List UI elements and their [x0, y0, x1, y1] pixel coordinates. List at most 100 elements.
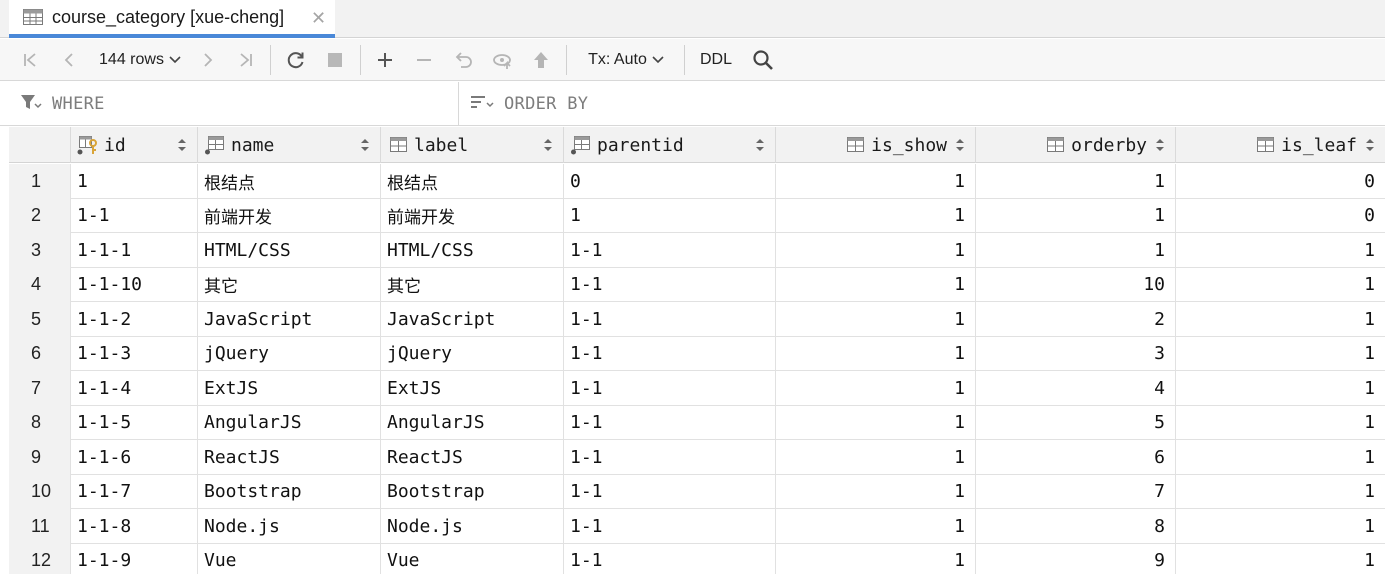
cell-name[interactable]: ExtJS — [198, 371, 381, 406]
cell-is-show[interactable]: 1 — [776, 371, 976, 406]
table-row[interactable]: 4 1-1-10 其它 其它 1-1 1 10 1 — [9, 267, 1385, 303]
cell-label[interactable]: 根结点 — [381, 164, 564, 199]
column-header-is-leaf[interactable]: is_leaf — [1176, 127, 1385, 163]
cell-id[interactable]: 1-1-10 — [71, 267, 198, 302]
cell-name[interactable]: 前端开发 — [198, 198, 381, 233]
cell-is-leaf[interactable]: 1 — [1176, 268, 1385, 303]
cell-is-leaf[interactable]: 1 — [1176, 233, 1385, 268]
cell-name[interactable]: ReactJS — [198, 440, 381, 475]
cell-id[interactable]: 1-1-5 — [71, 405, 198, 440]
cell-orderby[interactable]: 1 — [976, 233, 1176, 268]
sort-arrows-icon[interactable] — [360, 138, 370, 157]
cell-label[interactable]: AngularJS — [381, 405, 564, 440]
cell-parentid[interactable]: 1-1 — [564, 509, 776, 544]
first-page-button[interactable] — [18, 39, 44, 81]
cell-is-show[interactable]: 1 — [776, 164, 976, 199]
cell-label[interactable]: Node.js — [381, 509, 564, 544]
cell-id[interactable]: 1-1-8 — [71, 509, 198, 544]
cell-is-show[interactable]: 1 — [776, 267, 976, 302]
cell-orderby[interactable]: 4 — [976, 371, 1176, 406]
revert-button[interactable] — [450, 39, 476, 81]
cell-name[interactable]: 其它 — [198, 267, 381, 302]
cell-is-leaf[interactable]: 1 — [1176, 475, 1385, 510]
table-row[interactable]: 6 1-1-3 jQuery jQuery 1-1 1 3 1 — [9, 336, 1385, 371]
cell-orderby[interactable]: 10 — [976, 267, 1176, 302]
cell-is-show[interactable]: 1 — [776, 198, 976, 233]
cell-parentid[interactable]: 1-1 — [564, 371, 776, 406]
cell-orderby[interactable]: 1 — [976, 198, 1176, 233]
cell-label[interactable]: Bootstrap — [381, 474, 564, 509]
delete-row-button[interactable] — [411, 39, 437, 81]
cell-is-leaf[interactable]: 1 — [1176, 302, 1385, 337]
table-row[interactable]: 2 1-1 前端开发 前端开发 1 1 1 0 — [9, 198, 1385, 234]
cell-name[interactable]: HTML/CSS — [198, 233, 381, 268]
table-row[interactable]: 3 1-1-1 HTML/CSS HTML/CSS 1-1 1 1 1 — [9, 233, 1385, 268]
close-icon[interactable]: ✕ — [311, 8, 326, 28]
table-row[interactable]: 7 1-1-4 ExtJS ExtJS 1-1 1 4 1 — [9, 371, 1385, 406]
cell-orderby[interactable]: 5 — [976, 405, 1176, 440]
cell-is-leaf[interactable]: 0 — [1176, 164, 1385, 199]
cell-name[interactable]: jQuery — [198, 336, 381, 371]
cell-parentid[interactable]: 1-1 — [564, 267, 776, 302]
order-by-field[interactable]: ORDER BY — [460, 82, 1385, 126]
next-page-button[interactable] — [195, 39, 221, 81]
cell-id[interactable]: 1-1-2 — [71, 302, 198, 337]
cell-id[interactable]: 1-1 — [71, 198, 198, 233]
table-row[interactable]: 10 1-1-7 Bootstrap Bootstrap 1-1 1 7 1 — [9, 474, 1385, 510]
cell-parentid[interactable]: 1-1 — [564, 440, 776, 475]
cell-orderby[interactable]: 8 — [976, 509, 1176, 544]
cell-label[interactable]: Vue — [381, 543, 564, 574]
cell-id[interactable]: 1-1-1 — [71, 233, 198, 268]
previous-page-button[interactable] — [56, 39, 82, 81]
cell-label[interactable]: HTML/CSS — [381, 233, 564, 268]
cell-is-leaf[interactable]: 1 — [1176, 440, 1385, 475]
cell-is-show[interactable]: 1 — [776, 543, 976, 574]
cell-is-leaf[interactable]: 1 — [1176, 509, 1385, 544]
cell-name[interactable]: Bootstrap — [198, 474, 381, 509]
cell-orderby[interactable]: 3 — [976, 336, 1176, 371]
rows-count-dropdown[interactable]: 144 rows — [94, 39, 186, 81]
cell-label[interactable]: JavaScript — [381, 302, 564, 337]
column-header-is-show[interactable]: is_show — [776, 127, 976, 163]
cell-label[interactable]: ReactJS — [381, 440, 564, 475]
column-header-id[interactable]: id — [71, 127, 198, 163]
cell-id[interactable]: 1-1-3 — [71, 336, 198, 371]
cell-id[interactable]: 1 — [71, 164, 198, 199]
cell-parentid[interactable]: 1-1 — [564, 543, 776, 574]
cell-parentid[interactable]: 1 — [564, 198, 776, 233]
cell-is-leaf[interactable]: 1 — [1176, 406, 1385, 441]
search-button[interactable] — [748, 39, 778, 81]
cell-label[interactable]: jQuery — [381, 336, 564, 371]
column-header-label[interactable]: label — [381, 127, 564, 163]
table-row[interactable]: 5 1-1-2 JavaScript JavaScript 1-1 1 2 1 — [9, 302, 1385, 337]
transaction-mode-dropdown[interactable]: Tx: Auto — [578, 39, 674, 81]
ddl-button[interactable]: DDL — [695, 39, 737, 81]
sort-arrows-icon[interactable] — [755, 138, 765, 157]
cell-id[interactable]: 1-1-9 — [71, 543, 198, 574]
sort-arrows-icon[interactable] — [1365, 138, 1375, 157]
cell-name[interactable]: Node.js — [198, 509, 381, 544]
cell-name[interactable]: AngularJS — [198, 405, 381, 440]
column-header-orderby[interactable]: orderby — [976, 127, 1176, 163]
preview-pending-changes-button[interactable] — [489, 39, 517, 81]
sort-arrows-icon[interactable] — [177, 138, 187, 157]
tab-course-category[interactable]: course_category [xue-cheng] ✕ — [9, 0, 335, 38]
cell-is-leaf[interactable]: 0 — [1176, 199, 1385, 234]
cell-orderby[interactable]: 2 — [976, 302, 1176, 337]
sort-arrows-icon[interactable] — [1155, 138, 1165, 157]
sort-arrows-icon[interactable] — [543, 138, 553, 157]
stop-button[interactable] — [322, 39, 348, 81]
cell-orderby[interactable]: 1 — [976, 164, 1176, 199]
cell-parentid[interactable]: 1-1 — [564, 336, 776, 371]
submit-button[interactable] — [528, 39, 554, 81]
cell-is-show[interactable]: 1 — [776, 302, 976, 337]
table-row[interactable]: 11 1-1-8 Node.js Node.js 1-1 1 8 1 — [9, 509, 1385, 544]
table-row[interactable]: 1 1 根结点 根结点 0 1 1 0 — [9, 164, 1385, 199]
cell-is-leaf[interactable]: 1 — [1176, 544, 1385, 574]
last-page-button[interactable] — [232, 39, 258, 81]
cell-is-show[interactable]: 1 — [776, 474, 976, 509]
where-filter-field[interactable]: WHERE — [0, 82, 459, 126]
cell-label[interactable]: 前端开发 — [381, 198, 564, 233]
cell-label[interactable]: 其它 — [381, 267, 564, 302]
column-header-name[interactable]: name — [198, 127, 381, 163]
